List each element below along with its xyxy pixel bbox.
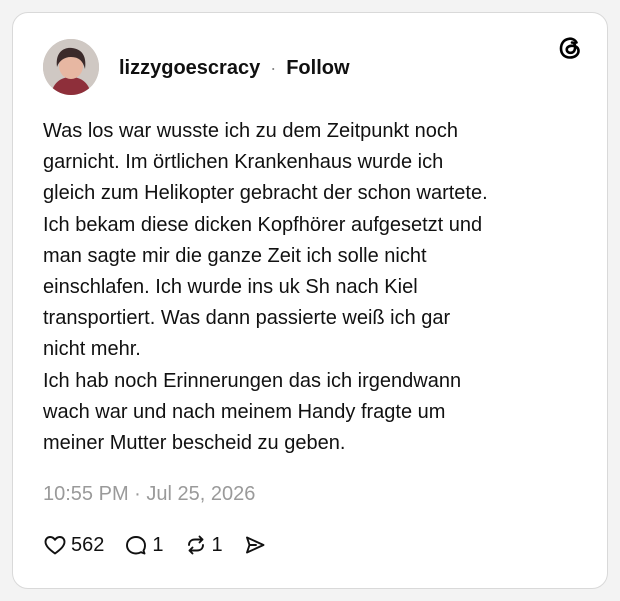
username[interactable]: lizzygoescracy	[119, 57, 260, 80]
post-body-line: einschlafen. Ich wurde ins uk Sh nach Ki…	[43, 276, 418, 299]
post-header: lizzygoescracy · Follow	[119, 57, 350, 80]
repost-button[interactable]: 1	[184, 533, 223, 557]
post-body-line: nicht mehr.	[43, 338, 141, 361]
like-button[interactable]: 562	[43, 533, 104, 557]
post-card: lizzygoescracy · Follow Was los war wuss…	[12, 12, 608, 589]
post-body-line: garnicht. Im örtlichen Krankenhaus wurde…	[43, 151, 444, 174]
heart-icon	[44, 536, 66, 555]
reply-button[interactable]: 1	[124, 533, 164, 557]
post-timestamp[interactable]: 10:55 PM · Jul 25, 2026	[43, 483, 255, 506]
post-body-line: Ich hab noch Erinnerungen das ich irgend…	[43, 369, 462, 392]
post-body-line: Ich bekam diese dicken Kopfhörer aufgese…	[43, 213, 483, 236]
action-bar: 562 1 1	[43, 533, 267, 557]
share-button[interactable]	[243, 533, 267, 557]
comment-bubble-icon	[126, 536, 147, 555]
post-body-line: Was los war wusste ich zu dem Zeitpunkt …	[43, 120, 458, 142]
post-body: Was los war wusste ich zu dem Zeitpunkt …	[43, 116, 583, 459]
follow-button[interactable]: Follow	[286, 57, 349, 80]
reply-count: 1	[152, 533, 164, 556]
separator-dot: ·	[270, 58, 277, 78]
send-icon	[245, 536, 265, 554]
post-body-line: transportiert. Was dann passierte weiß i…	[43, 307, 451, 330]
like-count: 562	[71, 533, 105, 556]
post-body-line: gleich zum Helikopter gebracht der schon…	[43, 182, 488, 205]
post-body-line: wach war und nach meinem Handy fragte um	[43, 400, 446, 423]
post-body-line: man sagte mir die ganze Zeit ich solle n…	[43, 244, 427, 267]
avatar[interactable]	[43, 39, 99, 95]
threads-logo-icon[interactable]	[555, 33, 585, 63]
repost-count: 1	[211, 533, 223, 556]
post-body-line: meiner Mutter bescheid zu geben.	[43, 432, 346, 455]
repost-arrows-icon	[187, 535, 204, 555]
